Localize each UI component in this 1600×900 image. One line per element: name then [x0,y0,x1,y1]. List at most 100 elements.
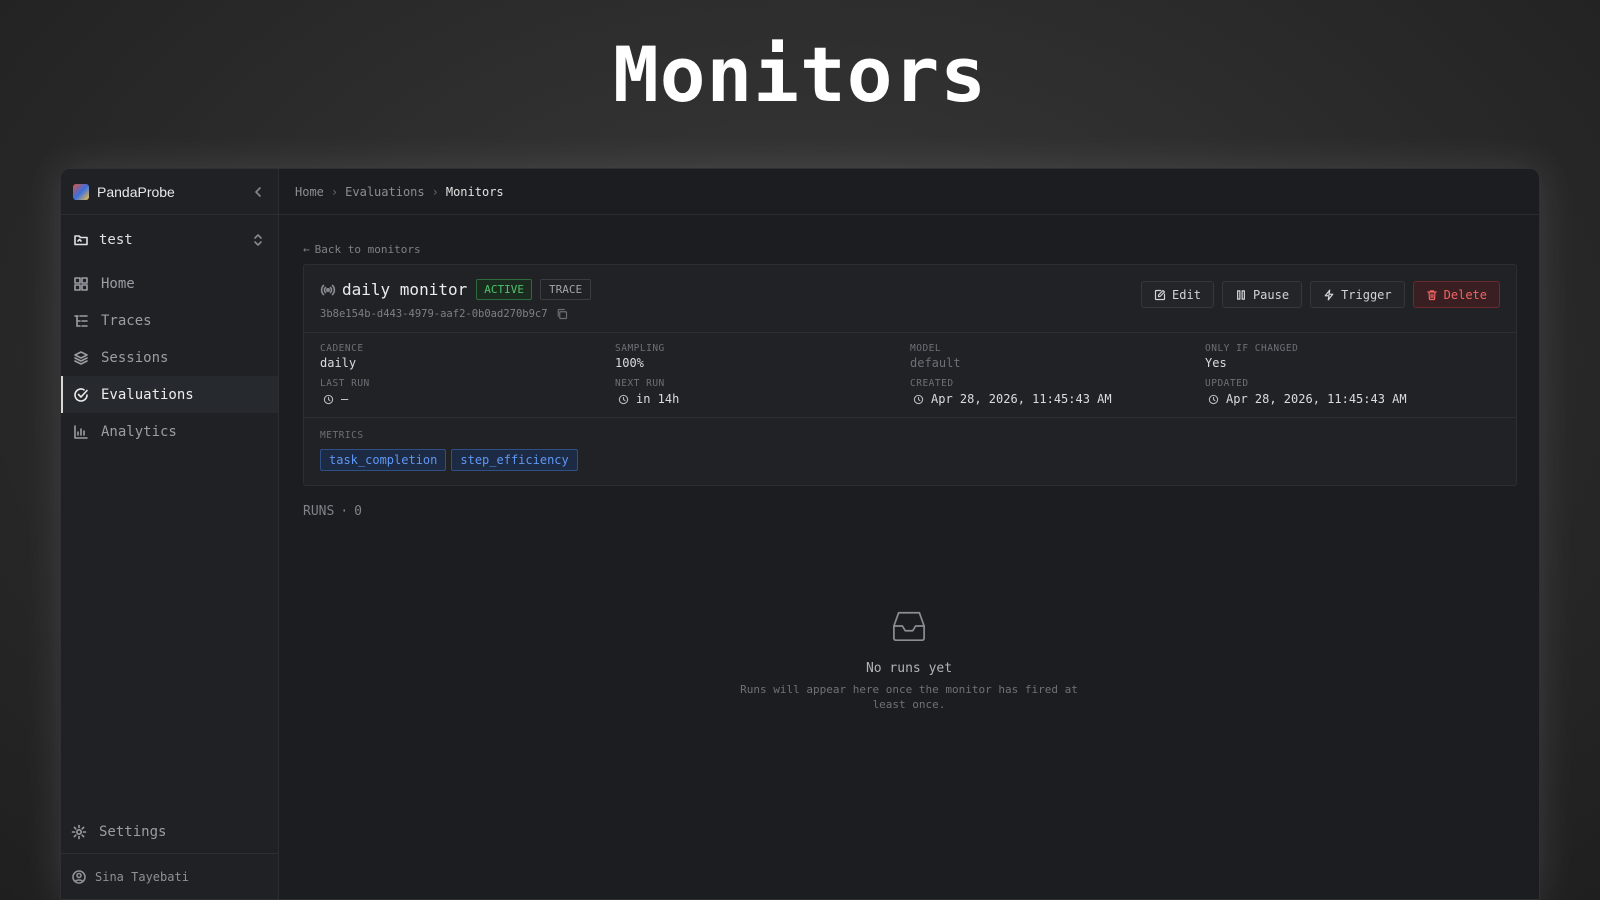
metrics-section: METRICS task_completion step_efficiency [304,418,1516,485]
bar-chart-icon [73,424,89,440]
pause-button[interactable]: Pause [1221,281,1303,308]
user-account[interactable]: Sina Tayebati [61,853,278,899]
field-only-if-changed: ONLY IF CHANGED Yes [1205,343,1500,370]
list-tree-icon [73,313,89,329]
field-label: CREATED [910,378,954,389]
sidebar-item-label: Analytics [101,423,177,440]
monitor-id: 3b8e154b-d443-4979-aaf2-0b0ad270b9c7 [320,308,548,320]
field-label: UPDATED [1205,378,1249,389]
sidebar-item-label: Sessions [101,349,169,366]
folder-icon [73,232,89,248]
sidebar-item-settings[interactable]: Settings [61,811,278,853]
field-label: MODEL [910,343,942,354]
field-value-wrap: in 14h [615,391,910,407]
grid-icon [73,276,89,292]
scope-badge: TRACE [539,279,592,300]
monitor-name: daily monitor [342,280,468,299]
breadcrumb-evaluations[interactable]: Evaluations [345,185,424,199]
field-value-wrap: Apr 28, 2026, 11:45:43 AM [910,391,1205,407]
chevron-left-icon[interactable] [250,184,266,200]
main-content: Home › Evaluations › Monitors ← Back to … [279,169,1539,899]
field-cadence: CADENCE daily [320,343,615,370]
trigger-label: Trigger [1341,287,1392,302]
field-value: — [341,392,349,406]
pandaprobe-logo [73,183,89,200]
field-value-wrap: Apr 28, 2026, 11:45:43 AM [1205,391,1500,407]
empty-state: No runs yet Runs will appear here once t… [279,609,1539,712]
brand-header: PandaProbe [61,169,278,215]
back-link-label: Back to monitors [314,243,421,256]
sidebar-item-traces[interactable]: Traces [61,302,278,339]
field-label: NEXT RUN [615,378,665,389]
delete-button[interactable]: Delete [1412,281,1500,308]
field-label: ONLY IF CHANGED [1205,343,1299,354]
field-value: Apr 28, 2026, 11:45:43 AM [931,392,1112,406]
chevrons-up-down-icon [250,232,266,248]
sidebar-item-evaluations[interactable]: Evaluations [61,376,278,413]
field-value: Apr 28, 2026, 11:45:43 AM [1226,392,1407,406]
edit-icon [1154,289,1166,301]
runs-count: 0 [354,504,362,519]
page-hero-title: Monitors [612,30,988,119]
user-name: Sina Tayebati [95,869,189,884]
sidebar-item-sessions[interactable]: Sessions [61,339,278,376]
copy-icon[interactable] [554,306,570,322]
runs-label: RUNS [303,504,335,519]
sidebar-item-label: Home [101,275,135,292]
sidebar-item-label: Evaluations [101,386,194,403]
field-value: in 14h [636,392,680,406]
project-name: test [99,232,133,248]
edit-button[interactable]: Edit [1141,281,1214,308]
back-to-monitors-link[interactable]: ← Back to monitors [303,243,1539,256]
field-model: MODEL default [910,343,1205,370]
sidebar-item-analytics[interactable]: Analytics [61,413,278,450]
sidebar-item-label: Settings [99,824,167,840]
trigger-button[interactable]: Trigger [1310,281,1405,308]
empty-state-description: Runs will appear here once the monitor h… [740,683,1078,711]
field-next-run: NEXT RUN in 14h [615,378,910,407]
sidebar-item-home[interactable]: Home [61,265,278,302]
metric-tag: task_completion [320,449,447,471]
breadcrumb-home[interactable]: Home [295,185,324,199]
project-switcher[interactable]: test [61,215,278,265]
clock-icon [320,391,336,407]
field-created: CREATED Apr 28, 2026, 11:45:43 AM [910,378,1205,407]
field-label: SAMPLING [615,343,665,354]
lightning-icon [1323,289,1335,301]
monitor-header: daily monitor ACTIVE TRACE 3b8e154b-d443… [304,265,1516,333]
radio-broadcast-icon [320,282,336,298]
field-label: LAST RUN [320,378,370,389]
field-label: CADENCE [320,343,364,354]
runs-header: RUNS · 0 [303,504,362,519]
chevron-right-icon: › [431,184,439,199]
sidebar-item-label: Traces [101,312,152,329]
pause-icon [1235,289,1247,301]
delete-label: Delete [1443,287,1487,302]
monitor-details: CADENCE daily SAMPLING 100% MODEL defaul… [304,333,1516,418]
check-circle-icon [73,387,89,403]
field-value: Yes [1205,356,1227,370]
brand-name: PandaProbe [97,183,175,200]
user-circle-icon [71,869,87,885]
clock-icon [615,391,631,407]
app-window: PandaProbe test Home Traces Sessions Eva… [60,168,1540,900]
monitor-actions: Edit Pause Trigger Delete [1141,279,1500,308]
breadcrumb: Home › Evaluations › Monitors [279,169,1539,215]
metric-tag: step_efficiency [451,449,578,471]
metrics-label: METRICS [320,430,364,441]
gear-icon [71,824,87,840]
pause-label: Pause [1252,287,1290,302]
breadcrumb-current: Monitors [445,184,504,199]
field-value: daily [320,356,357,370]
field-value: default [910,356,961,370]
field-sampling: SAMPLING 100% [615,343,910,370]
clock-icon [910,391,926,407]
field-updated: UPDATED Apr 28, 2026, 11:45:43 AM [1205,378,1500,407]
inbox-icon [890,609,928,647]
status-badge: ACTIVE [476,279,532,300]
layers-icon [73,350,89,366]
field-value-wrap: — [320,391,615,407]
trash-icon [1426,289,1438,301]
arrow-left-icon: ← [303,243,310,256]
empty-state-title: No runs yet [865,661,953,676]
